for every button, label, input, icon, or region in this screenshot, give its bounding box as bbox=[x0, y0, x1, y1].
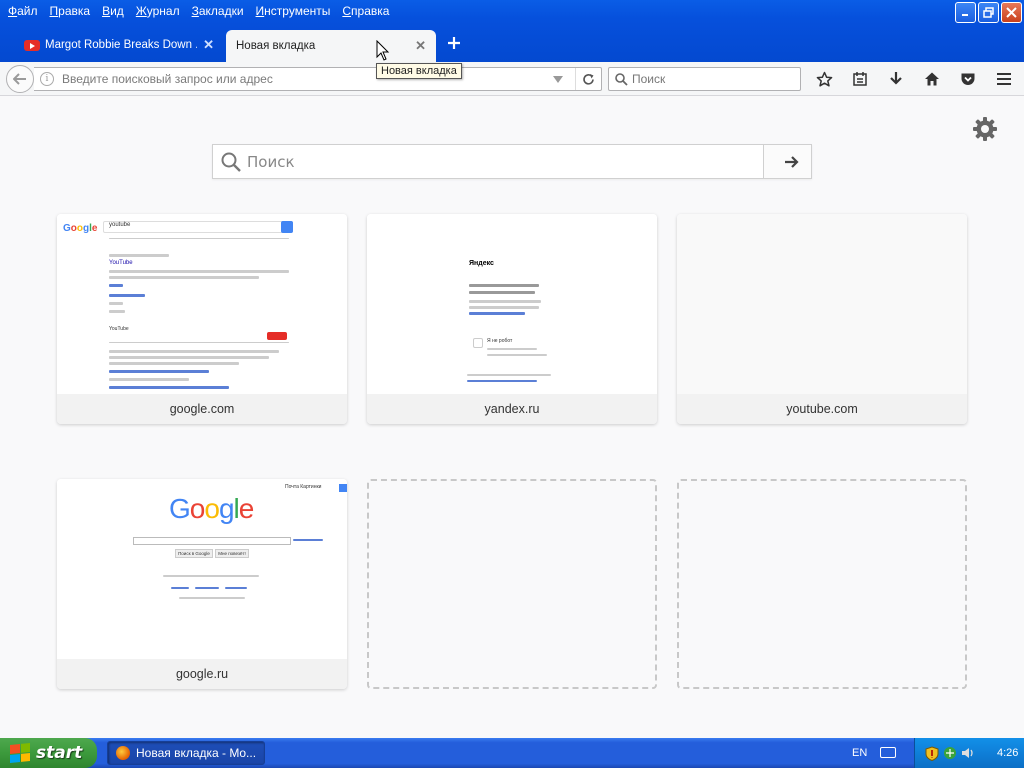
back-arrow-icon bbox=[13, 73, 26, 85]
tile-thumbnail: Яндекс Я не робот bbox=[367, 214, 657, 394]
youtube-icon bbox=[24, 39, 40, 51]
google-logo: Google bbox=[63, 223, 98, 234]
home-icon bbox=[925, 72, 939, 86]
close-button[interactable] bbox=[1001, 2, 1022, 23]
start-button[interactable]: start bbox=[0, 738, 97, 768]
restore-button[interactable] bbox=[978, 2, 999, 23]
restore-icon bbox=[983, 7, 994, 18]
tile-label: google.ru bbox=[57, 659, 347, 689]
menu-history[interactable]: Журнал bbox=[130, 0, 186, 22]
arrow-right-icon bbox=[784, 155, 799, 168]
mouse-cursor-icon bbox=[376, 40, 390, 61]
navigation-toolbar: i bbox=[0, 62, 1024, 96]
tab-strip: Margot Robbie Breaks Down ... ✕ Новая вк… bbox=[0, 30, 1024, 62]
tile-label: google.com bbox=[57, 394, 347, 424]
url-bar[interactable]: i bbox=[34, 67, 602, 91]
taskbar: start Новая вкладка - Mo... EN 4:26 bbox=[0, 738, 1024, 768]
empty-tile-slot bbox=[677, 479, 967, 689]
plus-icon bbox=[448, 37, 460, 49]
download-icon bbox=[890, 72, 902, 85]
empty-tile-slot bbox=[367, 479, 657, 689]
start-label: start bbox=[36, 743, 83, 763]
menu-file[interactable]: Файл bbox=[2, 0, 44, 22]
url-input[interactable] bbox=[62, 72, 553, 86]
top-site-tile[interactable]: Google youtube YouTube YouTube google.co… bbox=[57, 214, 347, 424]
top-site-tile[interactable]: Почта Картинки Google Поиск в Google Мне… bbox=[57, 479, 347, 689]
top-site-tile[interactable]: youtube.com bbox=[677, 214, 967, 424]
taskbar-window-label: Новая вкладка - Mo... bbox=[136, 746, 257, 760]
search-submit-button[interactable] bbox=[763, 145, 811, 178]
minimize-icon bbox=[962, 14, 968, 16]
reload-button[interactable] bbox=[575, 68, 601, 90]
tile-thumbnail: Почта Картинки Google Поиск в Google Мне… bbox=[57, 479, 347, 659]
new-tab-button[interactable] bbox=[444, 33, 464, 55]
keyboard-icon[interactable] bbox=[880, 747, 896, 758]
tab-close-icon[interactable]: ✕ bbox=[415, 38, 426, 54]
tile-thumbnail bbox=[677, 214, 967, 394]
back-button[interactable] bbox=[6, 65, 34, 93]
taskbar-window-button[interactable]: Новая вкладка - Mo... bbox=[107, 741, 265, 765]
customize-button[interactable] bbox=[971, 115, 999, 146]
home-button[interactable] bbox=[914, 62, 950, 96]
language-indicator[interactable]: EN bbox=[852, 738, 867, 768]
history-dropdown-icon[interactable] bbox=[553, 75, 563, 83]
security-shield-icon[interactable] bbox=[925, 745, 939, 761]
open-menu-button[interactable] bbox=[986, 62, 1022, 96]
google-logo: Google bbox=[169, 493, 254, 524]
network-icon[interactable] bbox=[943, 746, 957, 760]
search-input[interactable] bbox=[632, 72, 792, 86]
tile-thumbnail: Google youtube YouTube YouTube bbox=[57, 214, 347, 394]
clock: 4:26 bbox=[997, 747, 1019, 759]
new-tab-page: Google youtube YouTube YouTube google.co… bbox=[0, 96, 1024, 738]
menu-bookmarks[interactable]: Закладки bbox=[186, 0, 250, 22]
toolbar-icons bbox=[806, 62, 1022, 96]
menu-bar: Файл Правка Вид Журнал Закладки Инструме… bbox=[0, 0, 395, 22]
yandex-logo: Яндекс bbox=[469, 260, 494, 267]
search-icon bbox=[221, 152, 241, 172]
downloads-button[interactable] bbox=[878, 62, 914, 96]
pocket-icon bbox=[961, 73, 975, 85]
window-controls bbox=[955, 2, 1022, 23]
tile-label: youtube.com bbox=[677, 394, 967, 424]
search-bar[interactable] bbox=[608, 67, 801, 91]
volume-icon[interactable] bbox=[961, 746, 975, 760]
star-icon bbox=[816, 71, 832, 87]
tab-close-icon[interactable]: ✕ bbox=[203, 37, 214, 53]
tab-tooltip: Новая вкладка bbox=[376, 63, 462, 79]
page-search-input[interactable] bbox=[247, 152, 763, 171]
minimize-button[interactable] bbox=[955, 2, 976, 23]
reload-icon bbox=[583, 73, 594, 85]
bookmark-star-button[interactable] bbox=[806, 62, 842, 96]
top-site-tile[interactable]: Яндекс Я не робот yandex.ru bbox=[367, 214, 657, 424]
menu-edit[interactable]: Правка bbox=[44, 0, 97, 22]
tab-youtube[interactable]: Margot Robbie Breaks Down ... ✕ bbox=[14, 30, 224, 60]
window-titlebar: Файл Правка Вид Журнал Закладки Инструме… bbox=[0, 0, 1024, 62]
menu-view[interactable]: Вид bbox=[96, 0, 130, 22]
bookmarks-list-icon bbox=[853, 72, 867, 86]
menu-help[interactable]: Справка bbox=[336, 0, 395, 22]
menu-tools[interactable]: Инструменты bbox=[250, 0, 337, 22]
page-search-box[interactable] bbox=[212, 144, 812, 179]
tile-label: yandex.ru bbox=[367, 394, 657, 424]
close-icon bbox=[1006, 7, 1017, 18]
search-icon bbox=[615, 72, 628, 86]
bookmarks-menu-button[interactable] bbox=[842, 62, 878, 96]
system-tray: 4:26 bbox=[914, 738, 1024, 768]
gear-icon bbox=[973, 117, 997, 141]
firefox-icon bbox=[116, 746, 130, 760]
tab-label: Margot Robbie Breaks Down ... bbox=[45, 39, 198, 51]
hamburger-menu-icon bbox=[997, 73, 1011, 85]
info-icon[interactable]: i bbox=[40, 72, 54, 86]
pocket-button[interactable] bbox=[950, 62, 986, 96]
tab-new-tab[interactable]: Новая вкладка ✕ bbox=[226, 30, 436, 62]
windows-logo-icon bbox=[10, 742, 30, 764]
